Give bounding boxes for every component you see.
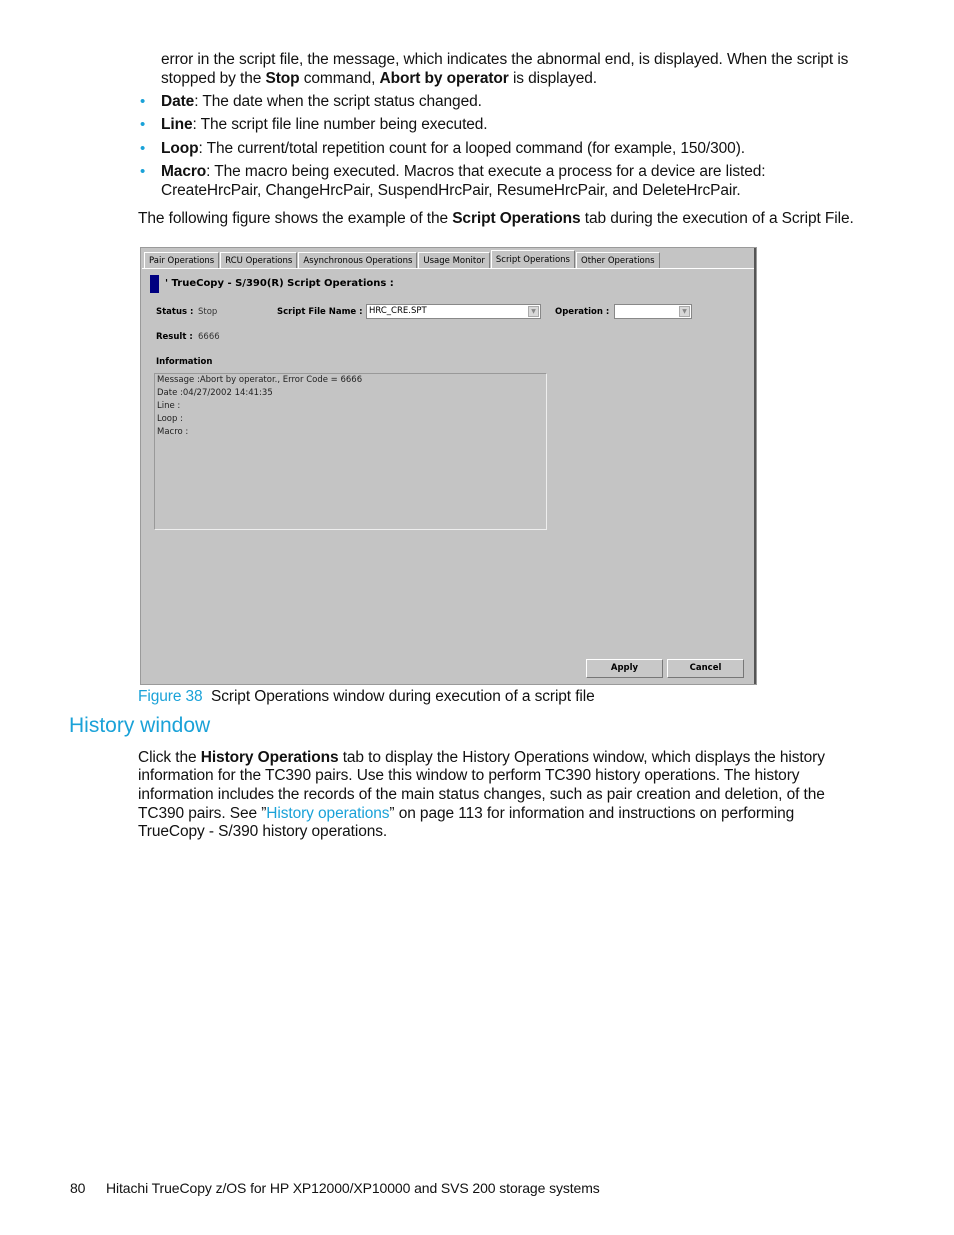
chevron-down-icon[interactable]: ▼ (528, 306, 539, 317)
result-label: Result : (156, 332, 193, 342)
result-value: 6666 (198, 332, 220, 342)
window-right-border (754, 248, 756, 684)
figure-intro-text: tab during the execution of a Script Fil… (580, 210, 854, 227)
section-para-line-3: information includes the records of the … (138, 786, 825, 803)
stop-term: Stop (265, 70, 300, 87)
bullet-text: : The current/total repetition count for… (198, 140, 745, 157)
bullet-item-loop: Loop: The current/total repetition count… (161, 140, 745, 159)
information-label: Information (156, 357, 213, 367)
bullet-item-line: Line: The script file line number being … (161, 116, 488, 135)
title-marker-icon (150, 275, 159, 293)
figure-caption-text: Script Operations window during executio… (211, 688, 595, 705)
section-para-line-5: TrueCopy - S/390 history operations. (138, 823, 388, 840)
script-file-name-value: HRC_CRE.SPT (369, 306, 427, 316)
section-heading: History window (69, 714, 211, 737)
tab-pair-operations[interactable]: Pair Operations (144, 252, 220, 269)
information-line: Line : (157, 401, 181, 411)
figure-intro: The following figure shows the example o… (138, 210, 854, 229)
bullet-icon: • (140, 116, 146, 133)
bullet-term: Date (161, 93, 195, 110)
history-operations-term: History Operations (200, 749, 339, 766)
para-text: TC390 pairs. See ” (138, 805, 267, 822)
figure-intro-text: The following figure shows the example o… (138, 210, 453, 227)
bullet-item-macro-cont: CreateHrcPair, ChangeHrcPair, SuspendHrc… (161, 182, 741, 199)
figure-number: Figure 38 (138, 688, 203, 705)
tab-other-operations[interactable]: Other Operations (576, 252, 660, 269)
bullet-item-macro: Macro: The macro being executed. Macros … (161, 163, 766, 182)
status-value: Stop (198, 307, 218, 317)
section-para-line-4: TC390 pairs. See ”History operations” on… (138, 805, 794, 824)
bullet-item-date: Date: The date when the script status ch… (161, 93, 482, 112)
operation-select[interactable]: ▼ (614, 304, 692, 319)
status-label: Status : (156, 307, 194, 317)
bullet-text: : The date when the script status change… (194, 93, 482, 110)
abort-term: Abort by operator (379, 70, 509, 87)
tab-usage-monitor[interactable]: Usage Monitor (418, 252, 490, 269)
tab-rcu-operations[interactable]: RCU Operations (220, 252, 298, 269)
tab-divider (142, 268, 755, 269)
tab-bar: Pair Operations RCU Operations Asynchron… (144, 250, 661, 269)
bullet-term: Line (161, 116, 193, 133)
bullet-icon: • (140, 93, 146, 110)
bullet-text: : The script file line number being exec… (192, 116, 488, 133)
information-textarea[interactable]: Message :Abort by operator., Error Code … (154, 373, 547, 530)
bullet-text: : The macro being executed. Macros that … (206, 163, 766, 180)
section-para-line-1: Click the History Operations tab to disp… (138, 749, 825, 768)
intro-line-2: stopped by the Stop command, Abort by op… (161, 70, 597, 89)
information-line: Loop : (157, 414, 183, 424)
para-text: tab to display the History Operations wi… (338, 749, 825, 766)
history-operations-link[interactable]: History operations (266, 805, 389, 822)
tab-script-operations[interactable]: Script Operations (490, 250, 575, 269)
intro-line-1: error in the script file, the message, w… (161, 51, 849, 68)
chevron-down-icon[interactable]: ▼ (679, 306, 690, 317)
script-file-name-select[interactable]: HRC_CRE.SPT ▼ (366, 304, 541, 319)
para-text: ” on page 113 for information and instru… (389, 805, 795, 822)
script-file-name-label: Script File Name : (277, 307, 363, 317)
bullet-icon: • (140, 140, 146, 157)
apply-button[interactable]: Apply (586, 659, 663, 678)
script-operations-term: Script Operations (452, 210, 581, 227)
intro-text: command, (299, 70, 380, 87)
section-para-line-2: information for the TC390 pairs. Use thi… (138, 767, 800, 784)
script-operations-window: Pair Operations RCU Operations Asynchron… (140, 247, 757, 685)
footer-title: Hitachi TrueCopy z/OS for HP XP12000/XP1… (106, 1180, 600, 1196)
information-line: Macro : (157, 427, 189, 437)
operation-label: Operation : (555, 307, 610, 317)
intro-text: is displayed. (508, 70, 597, 87)
information-line: Date :04/27/2002 14:41:35 (157, 388, 273, 398)
cancel-button[interactable]: Cancel (667, 659, 744, 678)
para-text: Click the (138, 749, 201, 766)
window-title: ' TrueCopy - S/390(R) Script Operations … (165, 278, 394, 289)
bullet-icon: • (140, 163, 146, 180)
information-line: Message :Abort by operator., Error Code … (157, 375, 363, 385)
tab-asynchronous-operations[interactable]: Asynchronous Operations (298, 252, 418, 269)
figure-caption: Figure 38 Script Operations window durin… (138, 688, 595, 707)
bullet-term: Macro (161, 163, 207, 180)
page-number: 80 (70, 1180, 86, 1196)
bullet-term: Loop (161, 140, 199, 157)
intro-text: stopped by the (161, 70, 266, 87)
